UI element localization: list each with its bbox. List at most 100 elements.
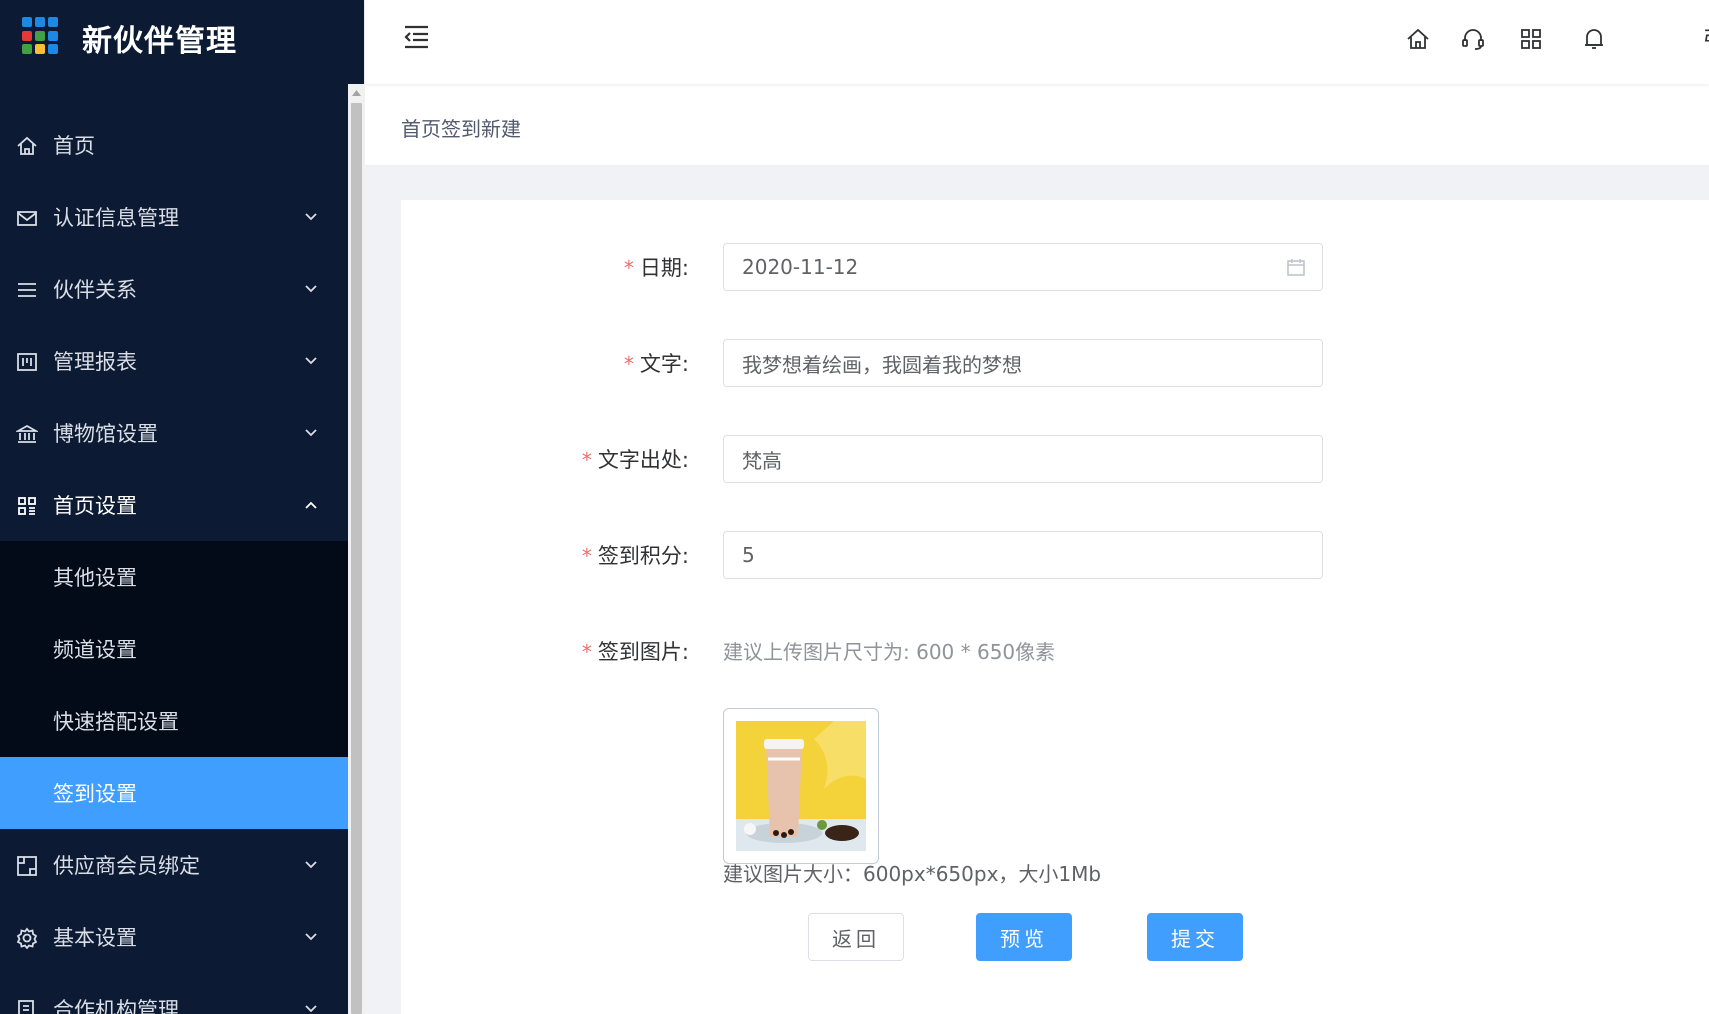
sidebar-item-label: 管理报表 (53, 350, 137, 374)
sidebar-item-label: 快速搭配设置 (53, 710, 179, 734)
sidebar-item-label: 伙伴关系 (53, 278, 137, 302)
points-value: 5 (742, 543, 755, 567)
source-label: * 文字出处: (582, 444, 689, 474)
text-input[interactable]: 我梦想着绘画，我圆着我的梦想 (723, 339, 1323, 387)
date-label: * 日期: (624, 252, 689, 282)
sidebar-item-home[interactable]: 首页 (0, 109, 348, 181)
top-header: 弓 (365, 0, 1709, 84)
sidebar-item-basic-settings[interactable]: 基本设置 (0, 901, 348, 973)
required-mark: * (581, 640, 592, 664)
points-label: * 签到积分: (582, 540, 689, 570)
sidebar-item-label: 首页设置 (53, 494, 137, 518)
date-value: 2020-11-12 (742, 255, 859, 279)
label-colon: : (681, 352, 689, 376)
required-mark: * (581, 544, 592, 568)
sidebar-subitem-other-settings[interactable]: 其他设置 (0, 541, 348, 613)
sidebar-item-home-settings[interactable]: 首页设置 (0, 469, 348, 541)
image-size-note: 建议图片大小：600px*650px，大小1Mb (723, 862, 1102, 886)
apps-icon[interactable] (1518, 26, 1544, 52)
preview-button[interactable]: 预览 (976, 913, 1072, 961)
collapse-sidebar-icon[interactable] (401, 22, 431, 52)
sidebar-item-label: 合作机构管理 (53, 998, 179, 1014)
sidebar-item-label: 供应商会员绑定 (53, 854, 200, 878)
app-title: 新伙伴管理 (82, 24, 237, 59)
label-text: 文字出处 (597, 448, 682, 472)
label-colon: : (681, 256, 689, 280)
sidebar: 首页 认证信息管理 伙伴关系 管理报表 博物馆设置 首页设置 其他设置 频道设置… (0, 0, 348, 1014)
breadcrumb-bar: 首页签到新建 (365, 84, 1709, 165)
label-text: 签到积分 (597, 544, 682, 568)
label-text: 文字 (639, 352, 682, 376)
sidebar-submenu: 其他设置 频道设置 快速搭配设置 签到设置 (0, 541, 348, 829)
sidebar-item-museum[interactable]: 博物馆设置 (0, 397, 348, 469)
sidebar-item-label: 认证信息管理 (53, 206, 179, 230)
image-upload-thumbnail[interactable] (723, 708, 879, 864)
chevron-down-icon (303, 1001, 319, 1014)
sidebar-item-label: 博物馆设置 (53, 422, 158, 446)
source-input[interactable]: 梵高 (723, 435, 1323, 483)
label-colon: : (681, 544, 689, 568)
source-value: 梵高 (742, 448, 782, 473)
chevron-up-icon (303, 497, 319, 513)
sidebar-subitem-channel-settings[interactable]: 频道设置 (0, 613, 348, 685)
sidebar-subitem-checkin-settings[interactable]: 签到设置 (0, 757, 348, 829)
points-input[interactable]: 5 (723, 531, 1323, 579)
gear-icon (16, 927, 38, 949)
chevron-down-icon (303, 929, 319, 945)
image-label: * 签到图片: (582, 636, 689, 666)
chevron-down-icon (303, 425, 319, 441)
back-button[interactable]: 返回 (808, 913, 904, 961)
sidebar-item-label: 基本设置 (53, 926, 137, 950)
submit-button[interactable]: 提交 (1147, 913, 1243, 961)
sidebar-item-partner[interactable]: 伙伴关系 (0, 253, 348, 325)
logo-dot (48, 44, 58, 55)
label-text: 签到图片 (597, 640, 682, 664)
required-mark: * (623, 256, 634, 280)
sidebar-item-label: 频道设置 (53, 638, 137, 662)
chevron-down-icon (303, 281, 319, 297)
date-picker-input[interactable]: 2020-11-12 (723, 243, 1323, 291)
mail-icon (16, 207, 38, 229)
form-card: * 日期: 2020-11-12 * 文字: 我梦想着绘画，我圆着我的梦想 * 文字出… (401, 200, 1709, 1014)
sidebar-item-supplier-binding[interactable]: 供应商会员绑定 (0, 829, 348, 901)
bind-icon (16, 855, 38, 877)
sidebar-item-partner-org[interactable]: 合作机构管理 (0, 973, 348, 1014)
logo-dot (22, 30, 32, 41)
required-mark: * (623, 352, 634, 376)
logo-dot (48, 30, 58, 41)
sidebar-item-label: 首页 (53, 134, 95, 158)
scroll-up-arrow-icon[interactable] (348, 84, 365, 101)
org-icon (16, 999, 38, 1014)
text-label: * 文字: (624, 348, 689, 378)
label-colon: : (681, 448, 689, 472)
headset-icon[interactable] (1460, 26, 1486, 52)
sidebar-item-label: 其他设置 (53, 566, 137, 590)
bell-icon[interactable] (1581, 26, 1607, 52)
chevron-down-icon (303, 209, 319, 225)
chevron-down-icon (303, 857, 319, 873)
grid-icon (16, 495, 38, 517)
scrollbar-thumb[interactable] (351, 103, 362, 1014)
apps-logo-icon (22, 17, 60, 55)
uploaded-image (736, 721, 866, 851)
sidebar-scrollbar[interactable] (348, 84, 365, 1014)
sidebar-item-reports[interactable]: 管理报表 (0, 325, 348, 397)
calendar-icon[interactable] (1286, 257, 1306, 277)
home-icon (16, 135, 38, 157)
sidebar-subitem-quick-match[interactable]: 快速搭配设置 (0, 685, 348, 757)
label-colon: : (681, 640, 689, 664)
logo-dot (35, 30, 45, 41)
chevron-down-icon (303, 353, 319, 369)
user-name-truncated[interactable]: 弓 (1702, 22, 1709, 54)
logo-dot (35, 17, 45, 27)
image-size-hint: 建议上传图片尺寸为: 600 * 650像素 (723, 640, 1056, 664)
label-text: 日期 (639, 256, 682, 280)
home-icon[interactable] (1405, 26, 1431, 52)
required-mark: * (581, 448, 592, 472)
sidebar-menu: 首页 认证信息管理 伙伴关系 管理报表 博物馆设置 首页设置 其他设置 频道设置… (0, 109, 348, 1014)
report-icon (16, 351, 38, 373)
sidebar-item-certification[interactable]: 认证信息管理 (0, 181, 348, 253)
list-icon (16, 279, 38, 301)
brand: 新伙伴管理 (0, 0, 364, 84)
text-value: 我梦想着绘画，我圆着我的梦想 (742, 352, 1022, 377)
